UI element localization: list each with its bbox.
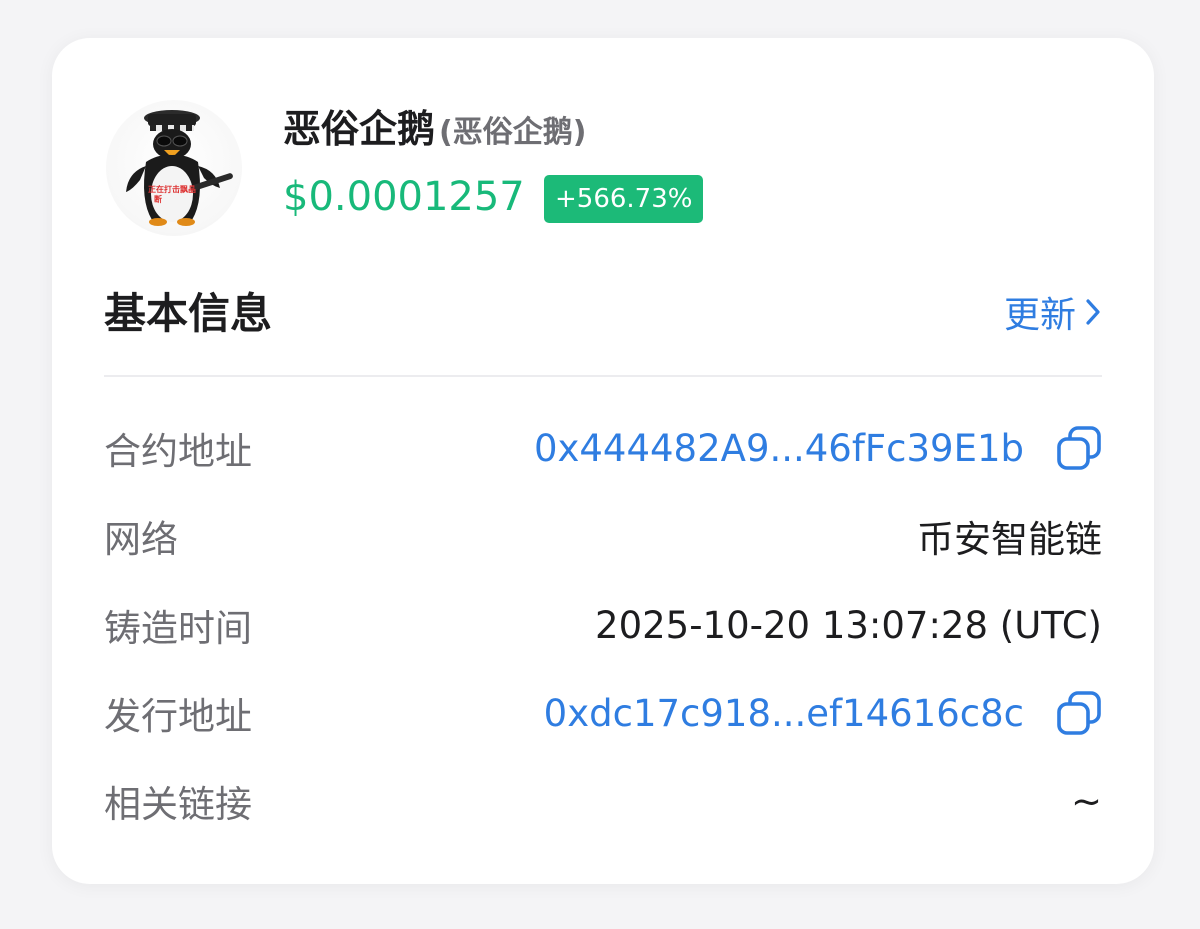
chevron-right-icon xyxy=(1086,299,1100,325)
contract-address-value: 0x444482A9...46fFc39E1b xyxy=(534,425,1102,471)
related-links-value: ~ xyxy=(1070,779,1102,823)
mint-time-value: 2025-10-20 13:07:28 (UTC) xyxy=(595,603,1102,647)
price-change-badge: +566.73% xyxy=(544,175,704,223)
copy-icon[interactable] xyxy=(1056,690,1102,736)
issuer-address-value: 0xdc17c918...ef14616c8c xyxy=(544,690,1102,736)
section-divider xyxy=(104,375,1102,377)
info-row-mint-time: 铸造时间 2025-10-20 13:07:28 (UTC) xyxy=(104,595,1102,655)
row-label: 相关链接 xyxy=(104,783,252,826)
logo-caption-line2: 断 xyxy=(154,194,162,204)
issuer-address-text[interactable]: 0xdc17c918...ef14616c8c xyxy=(544,692,1024,735)
info-row-contract-address: 合约地址 0x444482A9...46fFc39E1b xyxy=(104,418,1102,478)
row-label: 网络 xyxy=(104,518,178,561)
update-link[interactable]: 更新 xyxy=(1004,286,1102,338)
row-label: 铸造时间 xyxy=(104,607,252,650)
token-name: 恶俗企鹅 (恶俗企鹅) xyxy=(283,98,586,153)
token-info-card: 正在打击飘晶 断 恶俗企鹅 (恶俗企鹅) $0.0001257 +566.73% … xyxy=(52,38,1154,884)
network-value: 币安智能链 xyxy=(917,518,1102,561)
token-logo: 正在打击飘晶 断 xyxy=(106,100,242,236)
token-price: $0.0001257 xyxy=(283,174,525,220)
row-label: 发行地址 xyxy=(104,695,252,738)
contract-address-text[interactable]: 0x444482A9...46fFc39E1b xyxy=(534,427,1024,470)
logo-caption-line1: 正在打击飘晶 xyxy=(148,184,196,194)
section-title: 基本信息 xyxy=(104,289,273,338)
update-link-label: 更新 xyxy=(1003,295,1076,336)
token-symbol: (恶俗企鹅) xyxy=(439,115,587,150)
copy-icon[interactable] xyxy=(1056,425,1102,471)
info-row-issuer-address: 发行地址 0xdc17c918...ef14616c8c xyxy=(104,683,1102,743)
info-row-network: 网络 币安智能链 xyxy=(104,506,1102,566)
info-row-related-links: 相关链接 ~ xyxy=(104,771,1102,831)
row-label: 合约地址 xyxy=(104,430,252,473)
token-name-text: 恶俗企鹅 xyxy=(283,107,436,151)
